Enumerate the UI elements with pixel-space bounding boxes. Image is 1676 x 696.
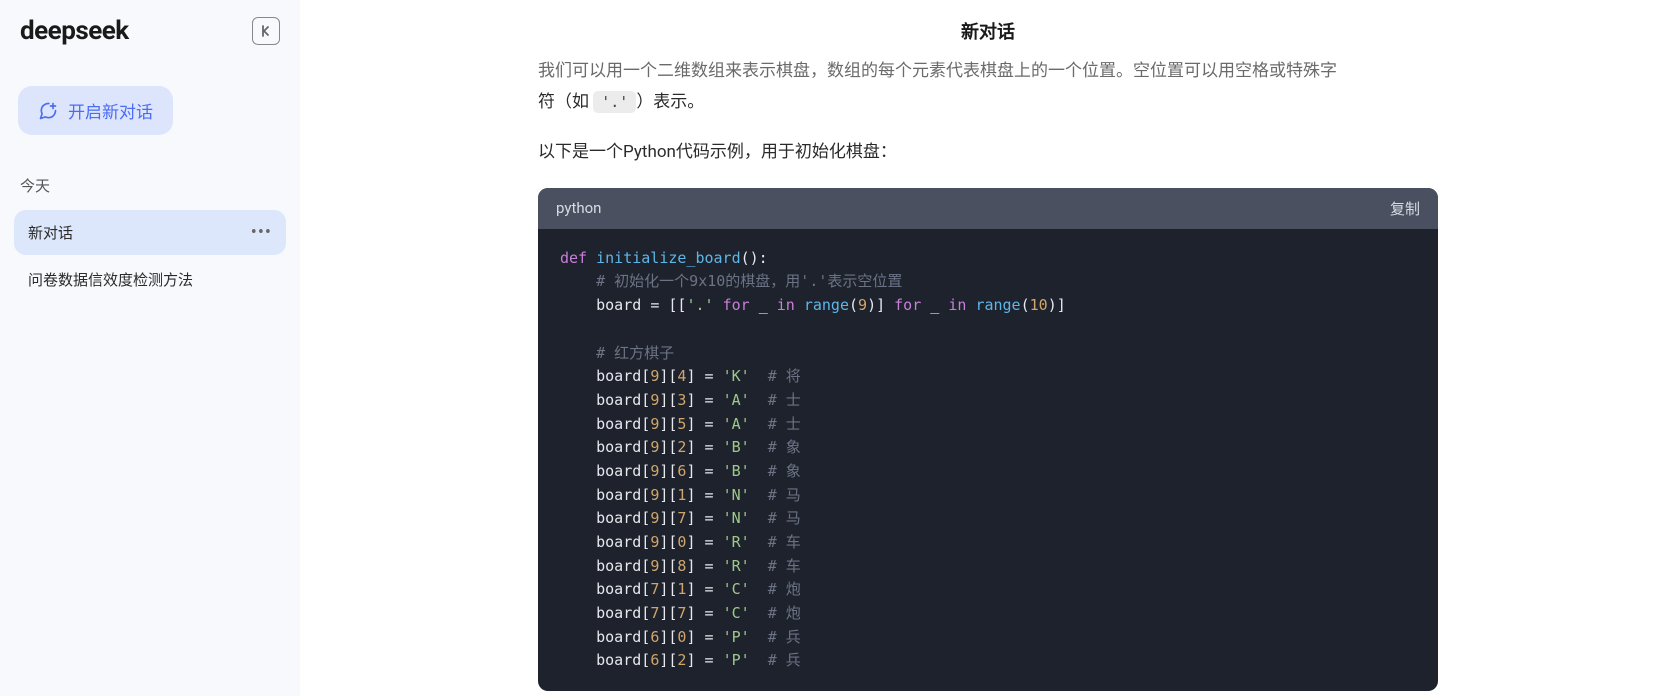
body-intro: 以下是一个Python代码示例，用于初始化棋盘：: [538, 137, 1438, 168]
section-today: 今天: [14, 175, 286, 196]
code-block: python 复制 def initialize_board(): # 初始化一…: [538, 188, 1438, 691]
main: 新对话 我们可以用一个二维数组来表示棋盘，数组的每个元素代表棋盘上的一个位置。空…: [300, 0, 1676, 696]
body-line-2: 符（如 '.'）表示。: [538, 87, 1438, 118]
code-pre: def initialize_board(): # 初始化一个9x10的棋盘，用…: [560, 247, 1416, 673]
sidebar: deepseek 开启新对话 今天 新对话 ••• 问卷数据信效度检测方法: [0, 0, 300, 696]
copy-button[interactable]: 复制: [1390, 198, 1420, 219]
code-language: python: [556, 199, 601, 217]
content[interactable]: 我们可以用一个二维数组来表示棋盘，数组的每个元素代表棋盘上的一个位置。空位置可以…: [300, 56, 1676, 696]
body-line-before: 符（如: [538, 92, 593, 112]
code-body[interactable]: def initialize_board(): # 初始化一个9x10的棋盘，用…: [538, 229, 1438, 691]
brand-logo: deepseek: [20, 16, 129, 46]
body-line-after: ）表示。: [636, 92, 704, 112]
new-chat-icon: [38, 101, 58, 121]
header: 新对话: [300, 0, 1676, 56]
chat-list: 新对话 ••• 问卷数据信效度检测方法: [14, 210, 286, 302]
sidebar-item-0[interactable]: 新对话 •••: [14, 210, 286, 255]
code-header: python 复制: [538, 188, 1438, 229]
new-chat-label: 开启新对话: [68, 98, 153, 123]
page-title: 新对话: [961, 18, 1015, 44]
sidebar-top: deepseek: [14, 16, 286, 46]
content-inner: 我们可以用一个二维数组来表示棋盘，数组的每个元素代表棋盘上的一个位置。空位置可以…: [538, 56, 1438, 691]
more-icon[interactable]: •••: [251, 222, 272, 243]
body-partial-line: 我们可以用一个二维数组来表示棋盘，数组的每个元素代表棋盘上的一个位置。空位置可以…: [538, 56, 1438, 87]
sidebar-item-label: 问卷数据信效度检测方法: [28, 269, 193, 290]
inline-code: '.': [593, 91, 636, 113]
collapse-sidebar-button[interactable]: [252, 17, 280, 45]
sidebar-item-1[interactable]: 问卷数据信效度检测方法: [14, 257, 286, 302]
new-chat-button[interactable]: 开启新对话: [18, 86, 173, 135]
sidebar-item-label: 新对话: [28, 222, 73, 243]
collapse-icon: [259, 24, 273, 38]
